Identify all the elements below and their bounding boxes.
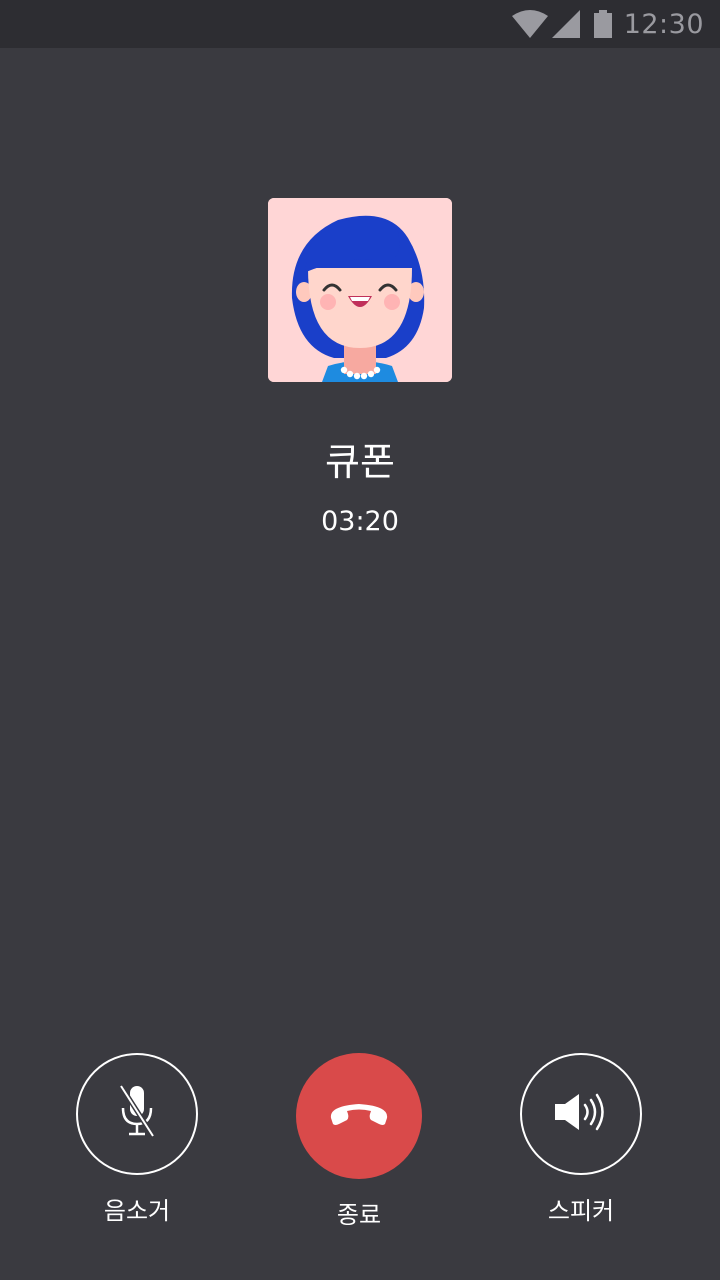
end-call-button[interactable] [296,1053,422,1179]
phone-hangup-icon [327,1100,391,1132]
mute-button[interactable] [76,1053,198,1175]
caller-avatar [268,198,452,382]
speaker-label: 스피커 [547,1197,615,1225]
mute-control: 음소거 [57,1053,217,1227]
speaker-icon [553,1090,609,1138]
call-screen: 12:30 큐폰 03:20 음소거 종료 스피커 [0,0,720,1280]
mic-off-icon [117,1084,157,1144]
speaker-control: 스피커 [501,1053,661,1227]
speaker-button[interactable] [520,1053,642,1175]
end-call-label: 종료 [336,1201,382,1229]
status-time: 12:30 [623,8,704,40]
mute-label: 음소거 [103,1197,171,1225]
call-duration: 03:20 [321,506,399,537]
signal-icon [551,10,580,38]
status-bar: 12:30 [0,0,720,48]
status-icons: 12:30 [511,0,704,48]
end-call-control: 종료 [279,1053,439,1231]
wifi-icon [511,10,548,38]
battery-icon [593,10,612,38]
caller-name: 큐폰 [325,440,395,484]
